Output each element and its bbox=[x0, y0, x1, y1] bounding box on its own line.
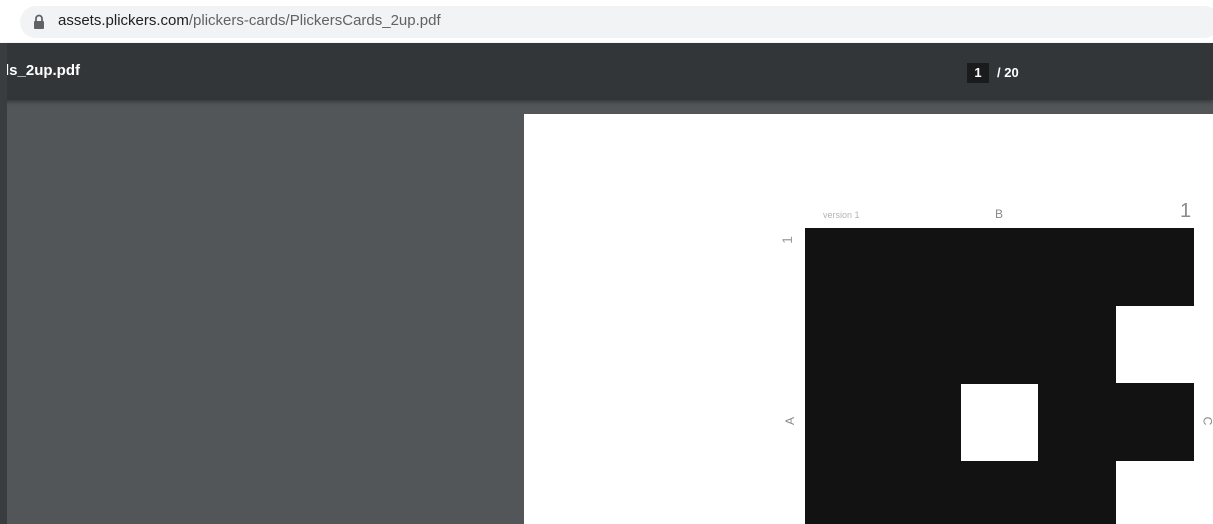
answer-a-label: A bbox=[783, 416, 798, 426]
card-number: 1 bbox=[1180, 200, 1192, 222]
marker-notch-lower-right bbox=[1116, 461, 1194, 524]
plickers-card-marker bbox=[805, 228, 1194, 524]
page-total: / 20 bbox=[997, 65, 1019, 80]
browser-address-bar: assets.plickers.com/plickers-cards/Plick… bbox=[0, 0, 1213, 43]
url-host: assets.plickers.com bbox=[58, 12, 189, 29]
pdf-document-title: ds_2up.pdf bbox=[0, 62, 81, 79]
pdf-toolbar: ds_2up.pdf 1 / 20 bbox=[0, 43, 1213, 100]
card-side-number: 1 bbox=[778, 236, 795, 244]
marker-center-hole bbox=[961, 384, 1038, 461]
lock-icon[interactable] bbox=[33, 14, 45, 30]
window-edge bbox=[0, 43, 7, 524]
answer-b-label: B bbox=[995, 207, 1004, 221]
url-path: /plickers-cards/PlickersCards_2up.pdf bbox=[188, 12, 441, 29]
card-version-label: version 1 bbox=[823, 210, 860, 220]
page-number-input[interactable]: 1 bbox=[967, 63, 989, 83]
url-text[interactable]: assets.plickers.com/plickers-cards/Plick… bbox=[58, 11, 441, 31]
answer-c-label: C bbox=[1200, 416, 1213, 426]
marker-notch-upper-right bbox=[1116, 306, 1194, 383]
